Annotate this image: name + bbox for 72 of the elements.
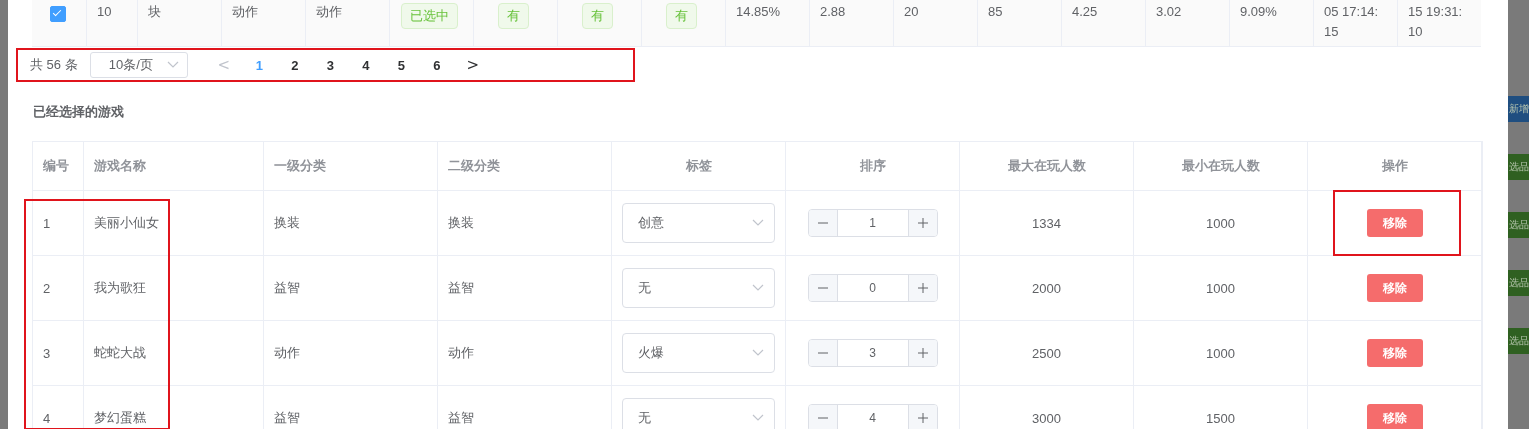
table-cell: 2000 bbox=[1032, 280, 1061, 296]
background-button[interactable]: 选品 bbox=[1508, 328, 1529, 354]
table-cell-text: 10 bbox=[97, 3, 112, 21]
background-button[interactable]: 选品 bbox=[1508, 212, 1529, 238]
table-cell: 动作 bbox=[274, 344, 300, 362]
table-cell-text: 05 17:14:15 bbox=[1324, 3, 1380, 41]
order-stepper[interactable]: 0 bbox=[807, 274, 938, 302]
table-cell-text: 9.09% bbox=[1240, 3, 1277, 21]
table-cell: 1000 bbox=[1206, 280, 1235, 296]
table-cell-text: 20 bbox=[904, 3, 919, 21]
table-cell: 3000 bbox=[1032, 410, 1061, 426]
column-header: 操作 bbox=[1381, 157, 1408, 175]
page-size-select[interactable]: 10条/页 bbox=[89, 52, 188, 78]
table-cell-text: 3.02 bbox=[1156, 3, 1182, 21]
table-cell: 蛇蛇大战 bbox=[94, 344, 146, 362]
background-button[interactable]: 选品 bbox=[1508, 270, 1529, 296]
table-cell-text: 动作 bbox=[232, 3, 258, 21]
table-cell: 换装 bbox=[274, 214, 300, 232]
page-number[interactable]: 6 bbox=[419, 57, 455, 73]
section-title: 已经选择的游戏 bbox=[33, 103, 125, 121]
order-stepper[interactable]: 3 bbox=[807, 339, 938, 367]
table-cell: 2500 bbox=[1032, 345, 1061, 361]
table-cell: 1334 bbox=[1032, 215, 1061, 231]
table-cell-text: 14.85% bbox=[736, 3, 781, 21]
column-header: 最大在玩人数 bbox=[1007, 157, 1086, 175]
page-number[interactable]: 4 bbox=[348, 57, 384, 73]
column-header: 一级分类 bbox=[274, 157, 326, 175]
column-header: 游戏名称 bbox=[94, 157, 146, 175]
table-cell-text: 2.88 bbox=[820, 3, 846, 21]
table-cell: 3 bbox=[43, 345, 51, 361]
page-number[interactable]: 5 bbox=[383, 57, 420, 73]
order-stepper[interactable]: 4 bbox=[807, 404, 938, 429]
table-cell: 2 bbox=[43, 280, 51, 296]
background-button[interactable]: 选品 bbox=[1508, 154, 1529, 180]
table-cell: 1500 bbox=[1206, 410, 1235, 426]
table-cell-text: 块 bbox=[148, 3, 161, 21]
table-cell: 益智 bbox=[274, 409, 300, 427]
page-number[interactable]: 2 bbox=[277, 57, 313, 73]
table-cell: 1 bbox=[43, 215, 51, 231]
status-tag: 有 bbox=[582, 3, 613, 29]
table-cell: 我为歌狂 bbox=[94, 279, 146, 297]
table-cell: 益智 bbox=[448, 409, 474, 427]
column-header: 二级分类 bbox=[448, 157, 500, 175]
total-count: 共 56 条 bbox=[30, 56, 78, 74]
table-cell-text: 15 19:31:10 bbox=[1408, 3, 1464, 41]
table-cell: 1000 bbox=[1206, 345, 1235, 361]
tag-select[interactable]: 无 bbox=[622, 268, 775, 308]
column-header: 标签 bbox=[685, 157, 712, 175]
table-cell: 益智 bbox=[448, 279, 474, 297]
table-cell: 梦幻蛋糕 bbox=[94, 409, 146, 427]
column-header: 排序 bbox=[859, 157, 886, 175]
tag-select[interactable]: 无 bbox=[622, 398, 775, 429]
table-cell-text: 85 bbox=[988, 3, 1003, 21]
table-cell: 1000 bbox=[1206, 215, 1235, 231]
status-tag: 已选中 bbox=[401, 3, 458, 29]
column-header: 最小在玩人数 bbox=[1181, 157, 1260, 175]
table-cell: 换装 bbox=[448, 214, 474, 232]
column-header: 编号 bbox=[43, 157, 69, 175]
background-button[interactable]: 新增 bbox=[1508, 96, 1529, 122]
status-tag: 有 bbox=[498, 3, 529, 29]
table-cell: 动作 bbox=[448, 344, 474, 362]
table-cell: 4 bbox=[43, 410, 51, 426]
order-stepper[interactable]: 1 bbox=[807, 209, 938, 237]
table-cell: 益智 bbox=[274, 279, 300, 297]
table-cell-text: 动作 bbox=[316, 3, 342, 21]
page-number[interactable]: 3 bbox=[312, 57, 349, 73]
tag-select[interactable]: 创意 bbox=[622, 203, 775, 243]
table-cell-text: 4.25 bbox=[1072, 3, 1098, 21]
status-tag: 有 bbox=[666, 3, 697, 29]
tag-select[interactable]: 火爆 bbox=[622, 333, 775, 373]
next-page-button[interactable]: > bbox=[454, 56, 491, 74]
table-cell: 美丽小仙女 bbox=[94, 214, 159, 232]
